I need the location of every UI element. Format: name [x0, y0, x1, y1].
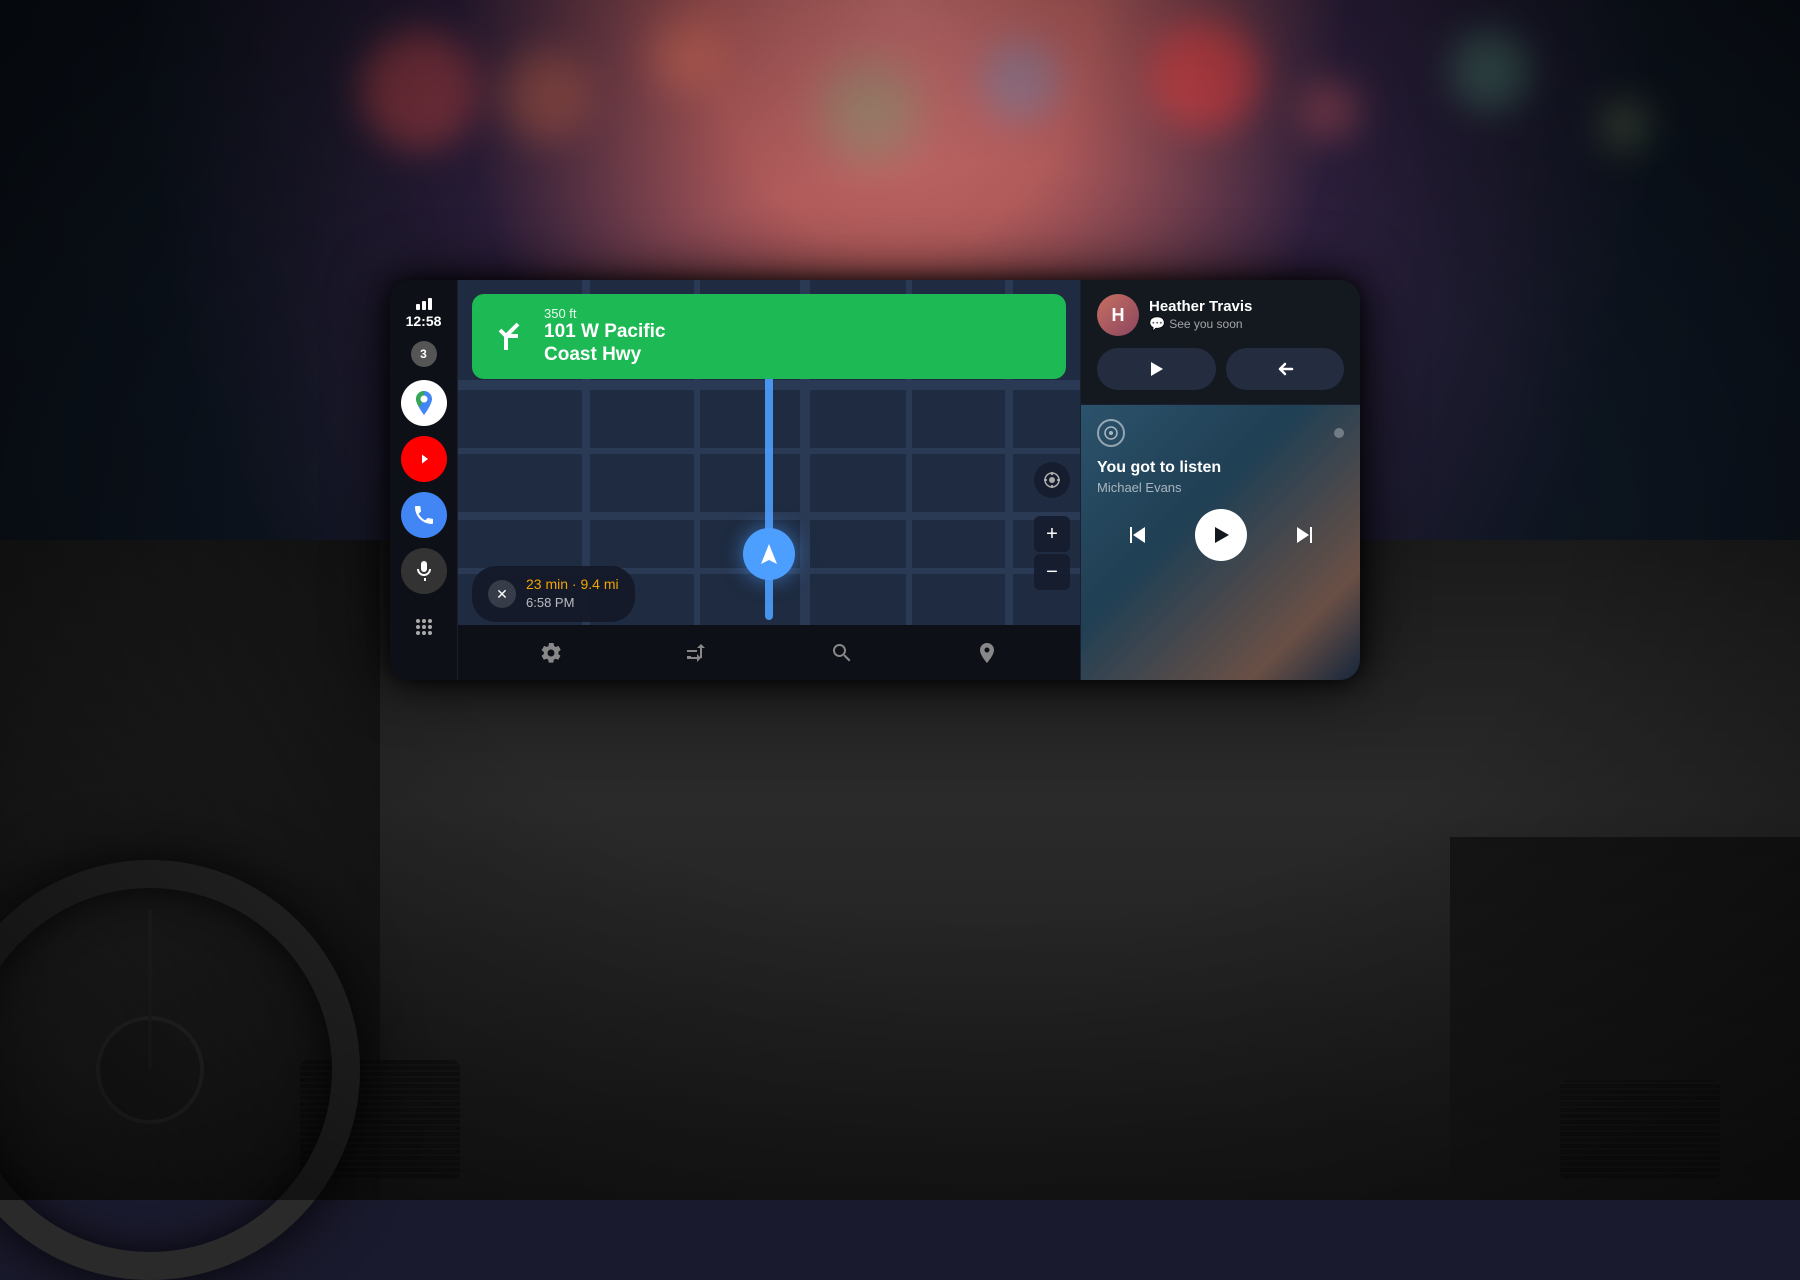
right-panels: H Heather Travis 💬 See you soon — [1080, 280, 1360, 680]
bokeh-6 — [1150, 20, 1260, 130]
music-top-bar — [1097, 419, 1344, 447]
route-options-button[interactable] — [677, 634, 715, 672]
sidebar: 12:58 3 — [390, 280, 458, 680]
messages-icon: 💬 — [1149, 316, 1165, 332]
time-display: 12:58 — [406, 313, 442, 329]
close-route-button[interactable]: ✕ — [488, 580, 516, 608]
bokeh-2 — [500, 50, 590, 140]
location-target-icon — [1042, 470, 1062, 490]
contact-name: Heather Travis — [1149, 298, 1344, 315]
map-zoom-controls: + − — [1034, 516, 1070, 590]
bokeh-7 — [1300, 80, 1360, 140]
zoom-out-button[interactable]: − — [1034, 554, 1070, 590]
trip-arrival: 6:58 PM — [526, 595, 574, 610]
next-track-button[interactable] — [1284, 514, 1326, 556]
bokeh-1 — [360, 30, 480, 150]
main-screen: 12:58 3 — [390, 280, 1360, 680]
sidebar-item-mic[interactable] — [401, 548, 447, 594]
message-app-badge: 💬 See you soon — [1149, 316, 1243, 332]
left-turn-icon — [490, 316, 530, 356]
play-pause-icon — [1209, 523, 1233, 547]
nav-distance: 350 ft — [544, 306, 1050, 321]
recenter-button[interactable] — [1034, 462, 1070, 498]
sidebar-item-maps[interactable] — [401, 380, 447, 426]
play-icon — [1145, 358, 1167, 380]
message-text: See you soon — [1169, 317, 1242, 331]
bokeh-3 — [650, 20, 720, 90]
back-arrow-icon — [1274, 358, 1296, 380]
contact-avatar: H — [1097, 294, 1139, 336]
status-bar: 12:58 — [406, 290, 442, 341]
trip-duration-distance: 23 min · 9.4 mi — [526, 576, 619, 592]
phone-icon — [412, 503, 436, 527]
music-controls — [1097, 509, 1344, 561]
sidebar-item-phone[interactable] — [401, 492, 447, 538]
steering-wheel-area — [0, 540, 380, 1200]
message-actions — [1097, 348, 1344, 390]
apps-grid-icon — [412, 615, 436, 639]
skip-previous-icon — [1124, 522, 1150, 548]
artist-name: Michael Evans — [1097, 480, 1344, 495]
music-status-dot — [1334, 428, 1344, 438]
message-panel: H Heather Travis 💬 See you soon — [1081, 280, 1360, 405]
steering-wheel — [0, 860, 360, 1280]
navigation-info: 350 ft 101 W Pacific Coast Hwy — [544, 306, 1050, 367]
zoom-in-button[interactable]: + — [1034, 516, 1070, 552]
route-icon — [684, 641, 708, 665]
vinyl-icon — [1103, 425, 1119, 441]
right-speaker — [1560, 1080, 1720, 1180]
sidebar-item-youtube[interactable] — [401, 436, 447, 482]
navigation-arrow-icon — [755, 540, 783, 568]
sidebar-item-apps[interactable] — [401, 604, 447, 650]
mic-icon — [412, 559, 436, 583]
search-button[interactable] — [823, 634, 861, 672]
reply-button[interactable] — [1097, 348, 1216, 390]
skip-next-icon — [1292, 522, 1318, 548]
previous-track-button[interactable] — [1116, 514, 1158, 556]
trip-details: 23 min · 9.4 mi 6:58 PM — [526, 576, 619, 612]
map-area[interactable]: 350 ft 101 W Pacific Coast Hwy ✕ 23 min … — [458, 280, 1080, 680]
right-dashboard — [1450, 837, 1800, 1200]
signal-bar-2 — [422, 301, 426, 310]
youtube-icon — [412, 447, 436, 471]
music-app-icon — [1097, 419, 1125, 447]
music-panel: You got to listen Michael Evans — [1081, 405, 1360, 680]
search-icon — [830, 641, 854, 665]
turn-arrow-icon — [488, 314, 532, 358]
current-position-arrow — [743, 528, 795, 580]
settings-button[interactable] — [532, 634, 570, 672]
bokeh-8 — [1450, 30, 1530, 110]
settings-icon — [539, 641, 563, 665]
signal-bar-1 — [416, 304, 420, 310]
location-pin-icon — [975, 641, 999, 665]
bokeh-5 — [980, 40, 1060, 120]
contact-info: Heather Travis 💬 See you soon — [1149, 298, 1344, 333]
play-pause-button[interactable] — [1195, 509, 1247, 561]
dismiss-button[interactable] — [1226, 348, 1345, 390]
music-content: You got to listen Michael Evans — [1097, 419, 1344, 561]
navigation-card: 350 ft 101 W Pacific Coast Hwy — [472, 294, 1066, 379]
signal-icon — [416, 298, 432, 310]
map-toolbar — [458, 625, 1080, 680]
nav-street: 101 W Pacific Coast Hwy — [544, 321, 1050, 367]
trip-summary: ✕ 23 min · 9.4 mi 6:58 PM — [472, 566, 635, 622]
bokeh-4 — [820, 60, 920, 160]
signal-bar-3 — [428, 298, 432, 310]
bokeh-9 — [1600, 100, 1650, 150]
contact-header: H Heather Travis 💬 See you soon — [1097, 294, 1344, 336]
location-pin-button[interactable] — [968, 634, 1006, 672]
maps-icon — [410, 389, 438, 417]
notification-badge[interactable]: 3 — [411, 341, 437, 367]
song-title: You got to listen — [1097, 459, 1344, 477]
